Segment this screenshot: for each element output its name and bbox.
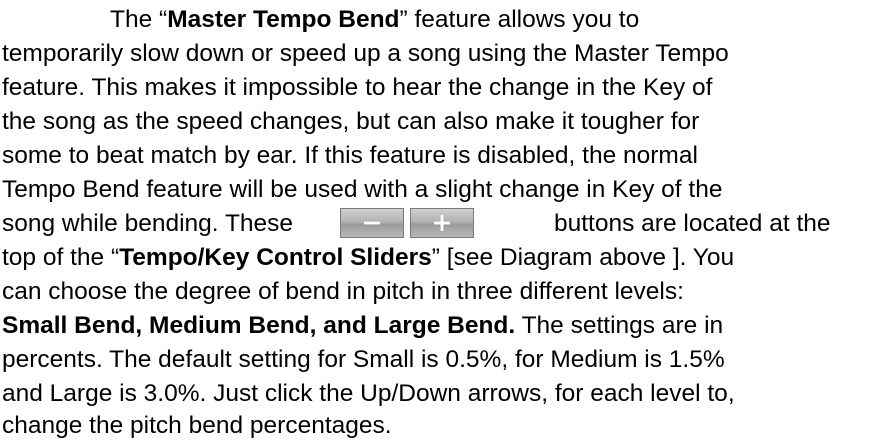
tempo-bend-minus-button[interactable]: −	[340, 208, 404, 238]
master-tempo-bend-term: Master Tempo Bend	[167, 6, 400, 33]
bend-levels-term: Small Bend, Medium Bend, and Large Bend.	[2, 312, 516, 339]
line9-text: can choose the degree of bend in pitch i…	[2, 278, 684, 305]
tempo-bend-plus-button[interactable]: +	[410, 208, 474, 238]
line8-pre: top of the “	[2, 244, 120, 271]
paragraph-line-10: Small Bend, Medium Bend, and Large Bend.…	[2, 310, 892, 342]
line1-pre: The “	[110, 6, 168, 33]
tempo-key-control-sliders-term: Tempo/Key Control Sliders	[119, 244, 432, 271]
line3-text: feature. This makes it impossible to hea…	[2, 74, 713, 101]
line7-post: buttons are located at the	[554, 210, 831, 237]
paragraph-line-12: and Large is 3.0%. Just click the Up/Dow…	[2, 378, 892, 410]
paragraph-line-5: some to beat match by ear. If this featu…	[2, 140, 892, 172]
paragraph-line-4: the song as the speed changes, but can a…	[2, 106, 892, 138]
line6-text: Tempo Bend feature will be used with a s…	[2, 176, 723, 203]
document-page: The “Master Tempo Bend” feature allows y…	[0, 0, 896, 442]
plus-icon: +	[431, 208, 453, 238]
paragraph-line-1: The “Master Tempo Bend” feature allows y…	[2, 4, 892, 36]
paragraph-line-7: song while bending. These − + buttons ar…	[2, 208, 892, 240]
line11-text: percents. The default setting for Small …	[2, 346, 725, 373]
paragraph-line-11: percents. The default setting for Small …	[2, 344, 892, 376]
paragraph-line-3: feature. This makes it impossible to hea…	[2, 72, 892, 104]
minus-icon: −	[361, 208, 383, 238]
line10-post: The settings are in	[515, 312, 724, 339]
paragraph-line-9: can choose the degree of bend in pitch i…	[2, 276, 892, 308]
paragraph-line-8: top of the “Tempo/Key Control Sliders” […	[2, 242, 892, 274]
line4-text: the song as the speed changes, but can a…	[2, 108, 700, 135]
line8-post: ” [see Diagram above ]. You	[431, 244, 735, 271]
line2-text: temporarily slow down or speed up a song…	[2, 40, 729, 67]
paragraph-line-13: change the pitch bend percentages.	[2, 410, 892, 442]
line1-post: ” feature allows you to	[399, 6, 640, 33]
line1-segment: The “Master Tempo Bend” feature allows y…	[110, 4, 639, 36]
line13-text: change the pitch bend percentages.	[2, 412, 392, 439]
line5-text: some to beat match by ear. If this featu…	[2, 142, 698, 169]
paragraph-line-2: temporarily slow down or speed up a song…	[2, 38, 892, 70]
line7-pre: song while bending. These	[2, 210, 294, 237]
paragraph-line-6: Tempo Bend feature will be used with a s…	[2, 174, 892, 206]
line12-text: and Large is 3.0%. Just click the Up/Dow…	[2, 380, 735, 407]
